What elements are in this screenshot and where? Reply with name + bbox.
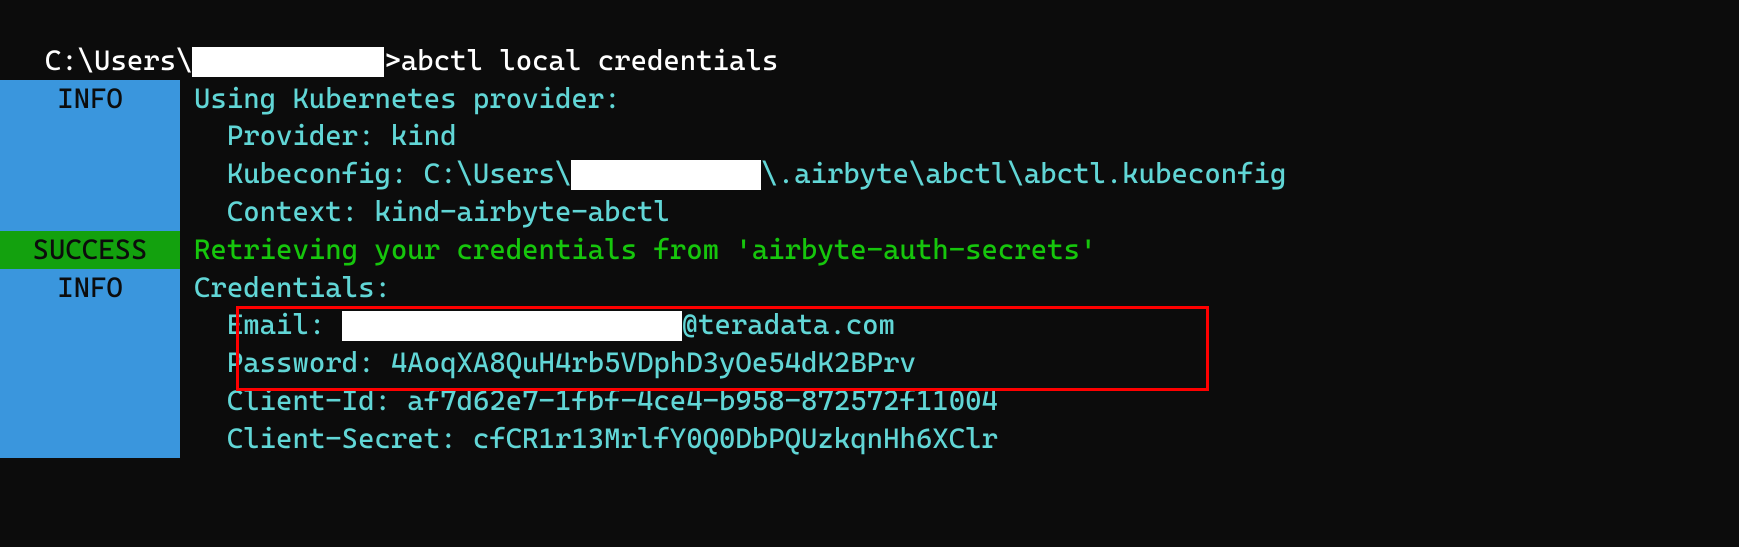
output-row-info-credentials: INFO Credentials: xyxy=(0,269,1739,307)
email-line: Email: @teradata.com xyxy=(180,306,1739,344)
redacted-username xyxy=(192,47,384,77)
info-tag-continuation xyxy=(0,117,180,155)
output-row-email: Email: @teradata.com xyxy=(0,306,1739,344)
context-line: Context: kind-airbyte-abctl xyxy=(180,193,1739,231)
retrieving-line: Retrieving your credentials from 'airbyt… xyxy=(180,231,1739,269)
output-row-client-secret: Client-Secret: cfCR1r13MrlfY0Q0DbPQUzkqn… xyxy=(0,420,1739,458)
output-row-kubeconfig: Kubeconfig: C:\Users\ \.airbyte\abctl\abc… xyxy=(0,155,1739,193)
provider-header: Using Kubernetes provider: xyxy=(180,80,1739,118)
info-tag-continuation xyxy=(0,382,180,420)
kubeconfig-prefix: Kubeconfig: C:\Users\ xyxy=(194,157,571,190)
info-tag: INFO xyxy=(0,80,180,118)
output-row-info-provider: INFO Using Kubernetes provider: xyxy=(0,80,1739,118)
credentials-header: Credentials: xyxy=(180,269,1739,307)
prompt-suffix: > xyxy=(384,44,400,77)
command-text[interactable]: abctl local credentials xyxy=(401,44,778,77)
info-tag-continuation xyxy=(0,306,180,344)
email-suffix: @teradata.com xyxy=(682,308,895,341)
email-prefix: Email: xyxy=(194,308,342,341)
output-row-provider-kind: Provider: kind xyxy=(0,117,1739,155)
output-row-client-id: Client-Id: af7d62e7-1fbf-4ce4-b958-87257… xyxy=(0,382,1739,420)
output-row-context: Context: kind-airbyte-abctl xyxy=(0,193,1739,231)
redacted-username-path xyxy=(571,160,761,190)
client-secret-line: Client-Secret: cfCR1r13MrlfY0Q0DbPQUzkqn… xyxy=(180,420,1739,458)
output-row-password: Password: 4AoqXA8QuH4rb5VDphD3yOe54dK2BP… xyxy=(0,344,1739,382)
redacted-email-local xyxy=(342,311,682,341)
output-row-success: SUCCESS Retrieving your credentials from… xyxy=(0,231,1739,269)
kubeconfig-line: Kubeconfig: C:\Users\ \.airbyte\abctl\abc… xyxy=(180,155,1739,193)
password-line: Password: 4AoqXA8QuH4rb5VDphD3yOe54dK2BP… xyxy=(180,344,1739,382)
provider-kind: Provider: kind xyxy=(180,117,1739,155)
client-id-line: Client-Id: af7d62e7-1fbf-4ce4-b958-87257… xyxy=(180,382,1739,420)
info-tag-continuation xyxy=(0,344,180,382)
prompt-line: C:\Users\ >abctl local credentials xyxy=(0,0,1739,80)
info-tag-continuation xyxy=(0,420,180,458)
info-tag-continuation xyxy=(0,193,180,231)
info-tag: INFO xyxy=(0,269,180,307)
prompt-prefix: C:\Users\ xyxy=(45,44,193,77)
kubeconfig-suffix: \.airbyte\abctl\abctl.kubeconfig xyxy=(761,157,1286,190)
info-tag-continuation xyxy=(0,155,180,193)
success-tag: SUCCESS xyxy=(0,231,180,269)
